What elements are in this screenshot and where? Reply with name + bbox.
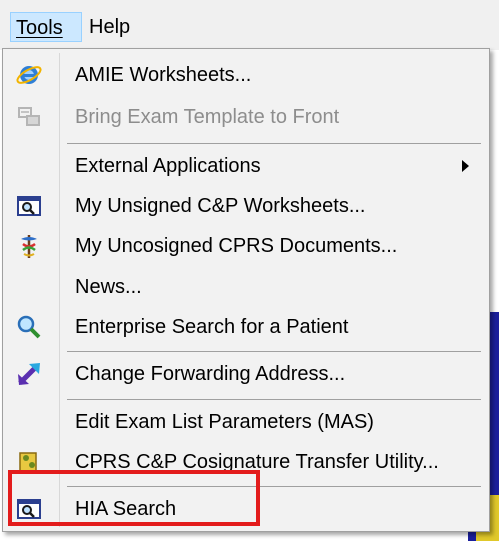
menu-help-label: Help bbox=[89, 16, 131, 38]
menu-separator bbox=[67, 143, 481, 144]
menu-item-label: Change Forwarding Address... bbox=[75, 363, 346, 385]
menu-item-label: AMIE Worksheets... bbox=[75, 64, 252, 86]
menu-item-my-uncosigned-documents[interactable]: My Uncosigned CPRS Documents... bbox=[7, 226, 485, 266]
menu-item-edit-exam-list-parameters[interactable]: Edit Exam List Parameters (MAS) bbox=[7, 402, 485, 442]
hia-search-highlight-box bbox=[8, 470, 260, 526]
forward-arrow-icon bbox=[15, 360, 43, 388]
menu-item-label: My Uncosigned CPRS Documents... bbox=[75, 235, 398, 257]
worksheet-magnifier-icon bbox=[15, 192, 43, 220]
menu-item-amie-worksheets[interactable]: AMIE Worksheets... bbox=[7, 55, 485, 95]
menu-help[interactable]: Help bbox=[84, 12, 140, 42]
menu-item-external-applications[interactable]: External Applications bbox=[7, 146, 485, 186]
menu-separator bbox=[67, 399, 481, 400]
menu-item-change-forwarding-address[interactable]: Change Forwarding Address... bbox=[7, 354, 485, 394]
menu-item-bring-exam-template-to-front[interactable]: Bring Exam Template to Front bbox=[7, 97, 485, 137]
menu-separator bbox=[67, 351, 481, 352]
template-icon bbox=[15, 103, 43, 131]
menu-item-label: Bring Exam Template to Front bbox=[75, 106, 340, 128]
ie-globe-icon bbox=[15, 61, 43, 89]
tools-dropdown-menu: AMIE Worksheets... Bring Exam Template t… bbox=[2, 48, 490, 532]
menu-item-label: My Unsigned C&P Worksheets... bbox=[75, 195, 366, 217]
menu-item-enterprise-search[interactable]: Enterprise Search for a Patient bbox=[7, 307, 485, 347]
menu-item-label: Enterprise Search for a Patient bbox=[75, 316, 349, 338]
menu-bar: Tools Help bbox=[0, 0, 499, 50]
menu-item-label: News... bbox=[75, 276, 142, 298]
menu-tools[interactable]: Tools bbox=[10, 12, 82, 42]
menu-item-my-unsigned-worksheets[interactable]: My Unsigned C&P Worksheets... bbox=[7, 186, 485, 226]
caduceus-icon bbox=[15, 232, 43, 260]
menu-item-label: Edit Exam List Parameters (MAS) bbox=[75, 411, 374, 433]
submenu-arrow-icon bbox=[462, 160, 469, 172]
menu-item-news[interactable]: News... bbox=[7, 267, 485, 307]
magnifier-icon bbox=[15, 313, 43, 341]
menu-tools-label: Tools bbox=[16, 17, 63, 39]
menu-item-label: External Applications bbox=[75, 155, 261, 177]
